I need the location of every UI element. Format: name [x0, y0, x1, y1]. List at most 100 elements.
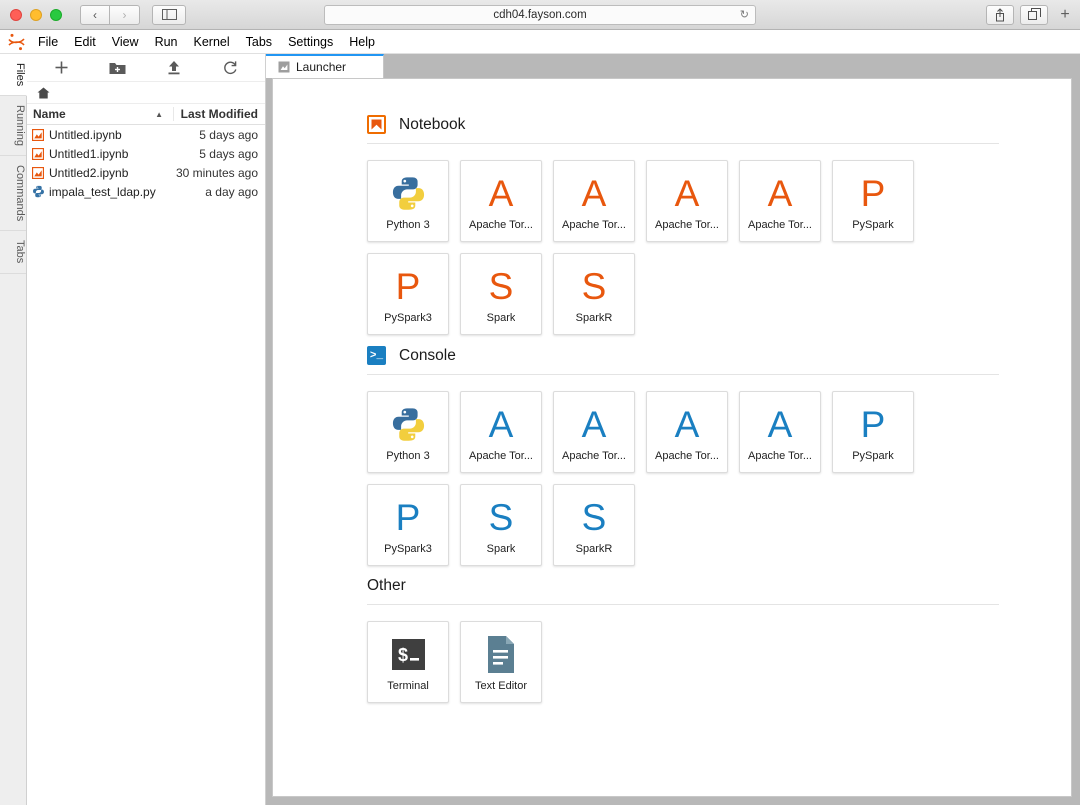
launcher-card-label: Text Editor: [475, 680, 527, 692]
menu-edit[interactable]: Edit: [66, 30, 104, 54]
letter-a-icon: A: [674, 172, 700, 214]
tab-launcher-label: Launcher: [296, 60, 347, 74]
launcher-section-other: Other $ Terminal Text Editor: [367, 577, 1071, 703]
launcher-section-console: >_ Console Python 3 A Apache Tor... A Ap…: [367, 346, 1071, 566]
launcher-card-label: Apache Tor...: [468, 450, 533, 462]
browser-nav-group: ‹ ›: [80, 4, 140, 25]
launcher-card-apache-toree-3[interactable]: A Apache Tor...: [646, 160, 728, 242]
launcher-card-spark-notebook[interactable]: S Spark: [460, 253, 542, 335]
sidebar-tab-running[interactable]: Running: [0, 96, 26, 157]
file-name: Untitled2.ipynb: [49, 165, 129, 180]
launcher-card-label: PySpark3: [384, 543, 432, 555]
python-icon: [27, 185, 49, 198]
left-sidebar-tabstrip: Files Running Commands Tabs: [0, 54, 27, 805]
launcher-card-label: Apache Tor...: [468, 219, 533, 231]
section-divider: [367, 143, 999, 144]
python-logo-icon: [390, 401, 427, 447]
tab-launcher[interactable]: Launcher: [266, 54, 384, 78]
file-list-item[interactable]: impala_test_ldap.py a day ago: [27, 182, 265, 201]
launcher-card-pyspark-console[interactable]: P PySpark: [832, 391, 914, 473]
minimize-window-button[interactable]: [30, 8, 42, 21]
upload-icon[interactable]: [146, 56, 203, 80]
launcher-card-text-editor[interactable]: Text Editor: [460, 621, 542, 703]
launcher-card-python3-notebook[interactable]: Python 3: [367, 160, 449, 242]
menu-tabs[interactable]: Tabs: [238, 30, 280, 54]
section-header: >_ Console: [367, 346, 1071, 365]
sidebar-tab-commands[interactable]: Commands: [0, 156, 26, 232]
launcher-card-sparkr-console[interactable]: S SparkR: [553, 484, 635, 566]
launcher-body: Notebook Python 3 A Apache Tor... A Apac…: [273, 79, 1071, 703]
launcher-card-apache-toree-2[interactable]: A Apache Tor...: [553, 160, 635, 242]
notebook-icon: [27, 147, 49, 160]
launcher-card-apache-toree-console-4[interactable]: A Apache Tor...: [739, 391, 821, 473]
menu-run[interactable]: Run: [147, 30, 186, 54]
file-list-item[interactable]: Untitled2.ipynb 30 minutes ago: [27, 163, 265, 182]
breadcrumb[interactable]: [27, 82, 265, 104]
maximize-window-button[interactable]: [50, 8, 62, 21]
file-list-item[interactable]: Untitled.ipynb 5 days ago: [27, 125, 265, 144]
launcher-card-apache-toree-console-1[interactable]: A Apache Tor...: [460, 391, 542, 473]
file-name: impala_test_ldap.py: [49, 184, 156, 199]
launcher-card-sparkr-notebook[interactable]: S SparkR: [553, 253, 635, 335]
launcher-card-label: SparkR: [575, 543, 613, 555]
new-folder-icon[interactable]: [90, 56, 147, 80]
address-bar[interactable]: cdh04.fayson.com ↻: [324, 4, 756, 25]
launcher-card-terminal[interactable]: $ Terminal: [367, 621, 449, 703]
new-tab-button[interactable]: +: [1054, 5, 1076, 25]
launcher-panel: Notebook Python 3 A Apache Tor... A Apac…: [272, 78, 1072, 797]
menu-help[interactable]: Help: [341, 30, 383, 54]
menubar: File Edit View Run Kernel Tabs Settings …: [0, 30, 1080, 54]
tabs-overview-icon[interactable]: [1020, 4, 1048, 25]
sidebar-tab-files[interactable]: Files: [0, 54, 27, 97]
notebook-icon: [27, 128, 49, 141]
window-traffic-lights: [0, 8, 62, 21]
letter-a-icon: A: [581, 172, 607, 214]
sidebar-toggle-icon[interactable]: [152, 4, 186, 25]
close-window-button[interactable]: [10, 8, 22, 21]
file-browser-panel: Name ▲ Last Modified Untitled.ipynb 5 da…: [27, 54, 266, 805]
launcher-card-apache-toree-1[interactable]: A Apache Tor...: [460, 160, 542, 242]
launcher-card-apache-toree-console-3[interactable]: A Apache Tor...: [646, 391, 728, 473]
launcher-card-pyspark3-console[interactable]: P PySpark3: [367, 484, 449, 566]
share-icon[interactable]: [986, 4, 1014, 25]
section-title: Console: [399, 346, 456, 364]
menu-kernel[interactable]: Kernel: [186, 30, 238, 54]
launcher-card-apache-toree-console-2[interactable]: A Apache Tor...: [553, 391, 635, 473]
launcher-card-pyspark3-notebook[interactable]: P PySpark3: [367, 253, 449, 335]
menu-file[interactable]: File: [30, 30, 66, 54]
main-dock-area: Launcher Notebook Python 3 A Apache Tor.…: [266, 54, 1080, 805]
column-header-last-modified[interactable]: Last Modified: [173, 107, 265, 121]
file-name: Untitled1.ipynb: [49, 146, 129, 161]
reload-icon[interactable]: ↻: [740, 8, 749, 21]
file-list-item[interactable]: Untitled1.ipynb 5 days ago: [27, 144, 265, 163]
launcher-card-python3-console[interactable]: Python 3: [367, 391, 449, 473]
letter-s-icon: S: [488, 496, 514, 538]
section-header: Other: [367, 577, 1071, 595]
launcher-card-label: Python 3: [386, 219, 430, 231]
launcher-card-row: P PySpark3 S Spark S SparkR: [367, 484, 1071, 566]
letter-a-icon: A: [581, 403, 607, 445]
letter-s-icon: S: [581, 265, 607, 307]
column-header-name[interactable]: Name ▲: [27, 107, 173, 121]
launcher-card-label: Terminal: [387, 680, 429, 692]
new-launcher-button[interactable]: [33, 56, 90, 80]
launcher-card-apache-toree-4[interactable]: A Apache Tor...: [739, 160, 821, 242]
letter-a-icon: A: [674, 403, 700, 445]
terminal-icon: $: [390, 631, 427, 677]
menu-settings[interactable]: Settings: [280, 30, 341, 54]
browser-chrome: ‹ › cdh04.fayson.com ↻ +: [0, 0, 1080, 30]
file-modified: 30 minutes ago: [175, 165, 258, 180]
launcher-card-spark-console[interactable]: S Spark: [460, 484, 542, 566]
letter-p-icon: P: [860, 403, 886, 445]
letter-s-icon: S: [488, 265, 514, 307]
sidebar-tab-tabs[interactable]: Tabs: [0, 231, 26, 274]
launcher-card-label: PySpark: [852, 450, 894, 462]
forward-button[interactable]: ›: [110, 4, 140, 25]
launcher-card-label: Apache Tor...: [561, 450, 626, 462]
jupyter-logo-icon: [2, 30, 30, 54]
back-button[interactable]: ‹: [80, 4, 110, 25]
menu-view[interactable]: View: [104, 30, 147, 54]
launcher-card-label: Apache Tor...: [747, 450, 812, 462]
refresh-icon[interactable]: [203, 56, 260, 80]
launcher-card-pyspark-notebook[interactable]: P PySpark: [832, 160, 914, 242]
